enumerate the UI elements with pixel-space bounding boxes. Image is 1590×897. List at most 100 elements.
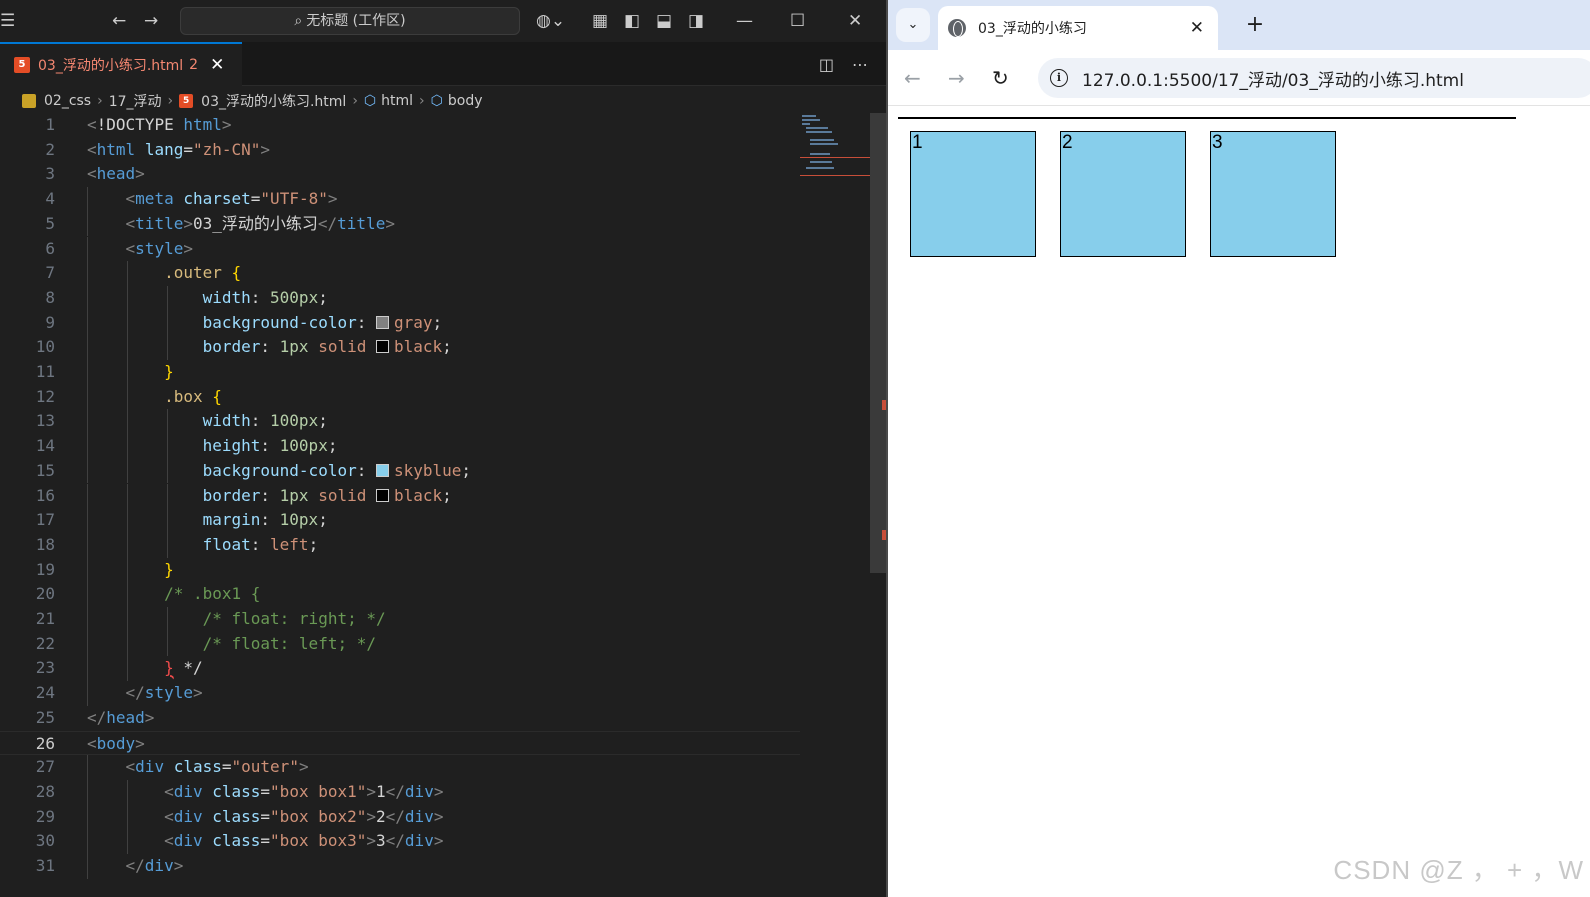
copilot-icon[interactable]: ◍⌄ <box>536 0 565 42</box>
code-line[interactable]: 24 </style> <box>0 681 800 706</box>
code-line[interactable]: 5 <title>03_浮动的小练习</title> <box>0 211 800 237</box>
code-editor[interactable]: 1 <!DOCTYPE html> 2 <html lang="zh-CN"> 3 <he… <box>0 113 800 897</box>
code-text: <div class="box box2">2</div> <box>164 806 444 826</box>
code-line[interactable]: 14 height: 100px; <box>0 434 800 459</box>
page-viewport: 1 2 3 <box>888 107 1590 897</box>
line-number: 8 <box>45 287 55 307</box>
html5-file-icon: 5 <box>179 94 194 108</box>
command-center-search[interactable]: ⌕ 无标题 (工作区) <box>180 7 520 35</box>
vertical-scrollbar[interactable] <box>870 113 886 573</box>
back-arrow-icon[interactable]: ← <box>112 0 126 42</box>
search-label: 无标题 (工作区) <box>306 13 406 29</box>
code-line[interactable]: 4 <meta charset="UTF-8"> <box>0 187 800 212</box>
code-line[interactable]: 7 .outer { <box>0 261 800 286</box>
split-editor-icon[interactable]: ◫ <box>819 55 834 74</box>
code-line[interactable]: 26 <body> <box>0 730 800 756</box>
maximize-icon[interactable]: ☐ <box>790 0 805 42</box>
line-number: 29 <box>35 806 55 826</box>
breadcrumb-folder2[interactable]: 17_浮动 <box>109 91 162 111</box>
breadcrumb-symbol-html[interactable]: html <box>381 93 413 109</box>
code-line[interactable]: 10 border: 1px solid black; <box>0 335 800 360</box>
toggle-secondary-sidebar-icon[interactable]: ◨ <box>688 0 704 42</box>
code-line[interactable]: 6 <style> <box>0 236 800 262</box>
code-text: /* float: right; */ <box>202 609 386 628</box>
code-line[interactable]: 16 border: 1px solid black; <box>0 483 800 509</box>
code-line[interactable]: 2 <html lang="zh-CN"> <box>0 138 800 163</box>
reload-icon[interactable]: ↻ <box>992 50 1009 106</box>
color-swatch-icon[interactable] <box>375 463 389 477</box>
editor-tab-active[interactable]: 5 03_浮动的小练习.html 2 ✕ <box>0 42 242 86</box>
back-icon[interactable]: ← <box>904 50 921 106</box>
breadcrumb-folder1[interactable]: 02_css <box>44 93 91 109</box>
code-text: width: 500px; <box>202 287 328 307</box>
code-line[interactable]: 30 <div class="box box3">3</div> <box>0 829 800 854</box>
site-info-icon[interactable]: i <box>1050 69 1068 87</box>
toggle-panel-icon[interactable]: ⬓ <box>656 0 672 42</box>
code-line[interactable]: 12 .box { <box>0 384 800 410</box>
code-line[interactable]: 22 /* float: left; */ <box>0 631 800 657</box>
code-line[interactable]: 3 <head> <box>0 162 800 187</box>
layout-customize-icon[interactable]: ▦ <box>592 0 608 42</box>
color-swatch-icon[interactable] <box>375 340 389 354</box>
tab-filename: 03_浮动的小练习.html <box>38 58 184 74</box>
code-line[interactable]: 31 </div> <box>0 854 800 879</box>
code-text: <title>03_浮动的小练习</title> <box>125 213 395 233</box>
code-line[interactable]: 8 width: 500px; <box>0 285 800 311</box>
line-number: 7 <box>45 263 55 283</box>
tab-search-dropdown-icon[interactable]: ⌄ <box>896 8 930 42</box>
forward-icon[interactable]: → <box>948 50 965 106</box>
line-number: 19 <box>35 559 55 579</box>
title-bar: ☰ ← → ⌕ 无标题 (工作区) ◍⌄ ▦ ◧ ⬓ ◨ — ☐ ✕ <box>0 0 886 42</box>
code-line[interactable]: 27 <div class="outer"> <box>0 755 800 780</box>
browser-tab-close-icon[interactable]: ✕ <box>1190 18 1204 38</box>
code-line[interactable]: 28 <div class="box box1">1</div> <box>0 779 800 805</box>
code-text: <div class="box box3">3</div> <box>164 831 444 851</box>
forward-arrow-icon[interactable]: → <box>144 0 158 42</box>
code-line[interactable]: 25 </head> <box>0 706 800 731</box>
box1: 1 <box>910 131 1036 257</box>
breadcrumb-symbol-body[interactable]: body <box>448 93 483 109</box>
code-line[interactable]: 21 /* float: right; */ <box>0 607 800 632</box>
line-number: 12 <box>35 386 55 406</box>
line-number: 31 <box>35 856 55 875</box>
line-number: 13 <box>35 411 55 431</box>
menu-icon[interactable]: ☰ <box>0 0 15 42</box>
code-line[interactable]: 20 /* .box1 { <box>0 582 800 607</box>
symbol-element-icon: ⬡ <box>430 93 443 109</box>
code-line[interactable]: 9 background-color: gray; <box>0 310 800 336</box>
more-actions-icon[interactable]: ⋯ <box>852 55 868 74</box>
code-line[interactable]: 1 <!DOCTYPE html> <box>0 113 800 138</box>
code-line[interactable]: 13 width: 100px; <box>0 409 800 435</box>
toggle-sidebar-icon[interactable]: ◧ <box>624 0 640 42</box>
code-line[interactable]: 18 float: left; <box>0 532 800 558</box>
code-line[interactable]: 23 } */ <box>0 656 800 682</box>
line-number: 26 <box>35 733 55 753</box>
minimap[interactable] <box>800 113 870 193</box>
editor-actions: ◫ ⋯ <box>819 42 868 86</box>
minimize-icon[interactable]: — <box>736 0 753 42</box>
tab-close-icon[interactable]: ✕ <box>210 55 224 75</box>
code-line[interactable]: 19 } <box>0 557 800 583</box>
code-line[interactable]: 11 } <box>0 360 800 385</box>
close-window-icon[interactable]: ✕ <box>848 0 862 42</box>
line-number: 4 <box>45 189 55 209</box>
breadcrumb-file[interactable]: 03_浮动的小练习.html <box>201 91 346 111</box>
code-text: /* .box1 { <box>164 584 261 604</box>
code-line[interactable]: 17 margin: 10px; <box>0 508 800 533</box>
address-url[interactable]: 127.0.0.1:5500/17_浮动/03_浮动的小练习.html <box>1082 66 1464 91</box>
line-number: 22 <box>35 633 55 653</box>
browser-tab-active[interactable]: 03_浮动的小练习 ✕ <box>938 6 1218 50</box>
browser-window: ⌄ 03_浮动的小练习 ✕ + ← → ↻ i 127.0.0.1:5500/1… <box>888 0 1590 897</box>
new-tab-button[interactable]: + <box>1238 8 1272 42</box>
code-line[interactable]: 15 background-color: skyblue; <box>0 458 800 484</box>
browser-tab-title: 03_浮动的小练习 <box>978 21 1087 37</box>
code-line[interactable]: 29 <div class="box box2">2</div> <box>0 804 800 830</box>
line-number: 15 <box>35 460 55 480</box>
chevron-right-icon: › <box>97 93 103 109</box>
vscode-window: ☰ ← → ⌕ 无标题 (工作区) ◍⌄ ▦ ◧ ⬓ ◨ — ☐ ✕ 5 03_浮… <box>0 0 886 897</box>
color-swatch-icon[interactable] <box>375 488 389 502</box>
color-swatch-icon[interactable] <box>375 315 389 329</box>
box3: 3 <box>1210 131 1336 257</box>
address-bar[interactable]: i 127.0.0.1:5500/17_浮动/03_浮动的小练习.html <box>1038 58 1590 98</box>
line-number: 10 <box>35 337 55 357</box>
